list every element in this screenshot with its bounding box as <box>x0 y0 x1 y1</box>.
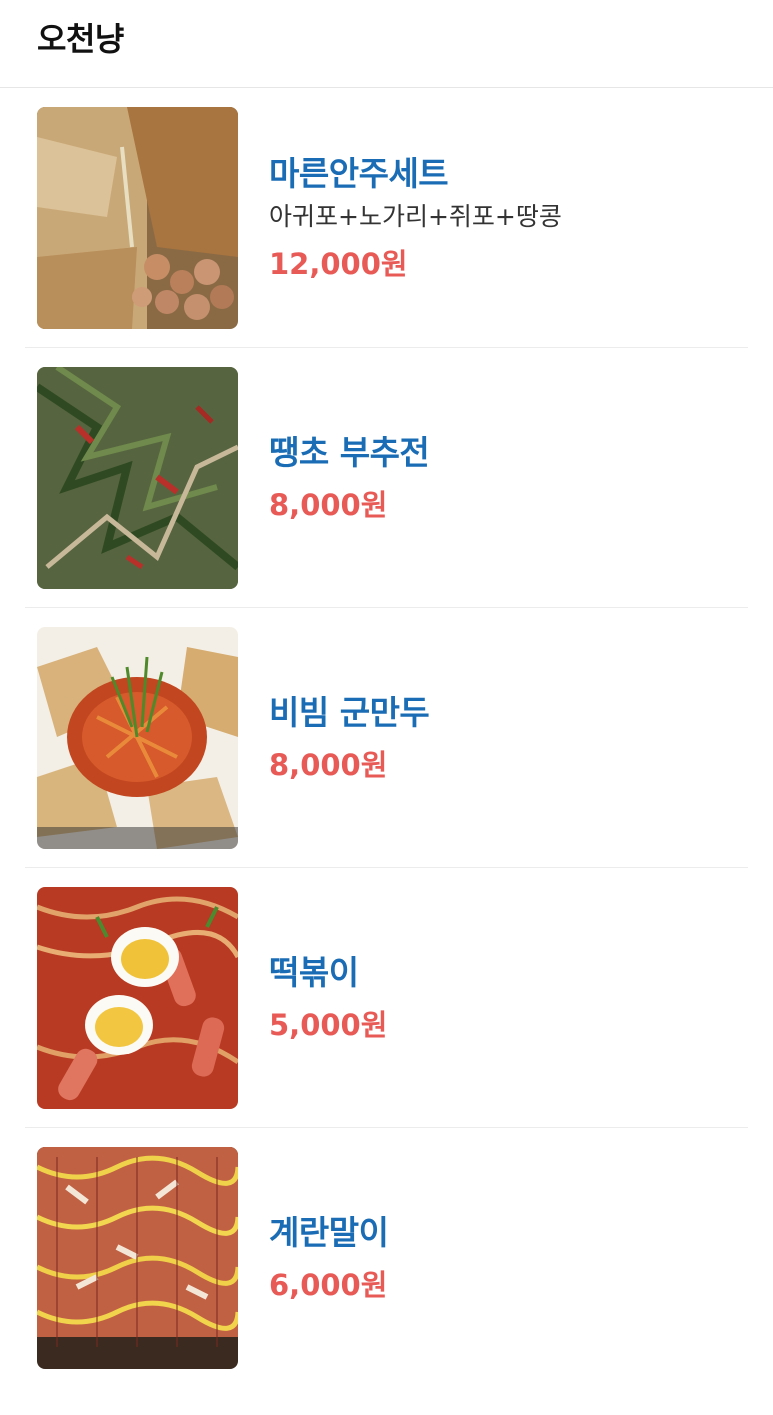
header: 오천냥 <box>0 0 773 88</box>
menu-item-price: 5,000원 <box>269 1007 388 1042</box>
dried-snack-set-photo <box>37 106 238 329</box>
menu-item-info: 계란말이 6,000원 <box>269 1211 389 1305</box>
menu-item[interactable]: 계란말이 6,000원 <box>25 1128 748 1388</box>
tteokbokki-photo <box>37 886 238 1109</box>
menu-item-description: 아귀포+노가리+쥐포+땅콩 <box>269 201 562 231</box>
menu-item-name: 비빔 군만두 <box>269 692 430 732</box>
rolled-omelette-photo <box>37 1147 238 1369</box>
menu-item-price: 12,000원 <box>269 246 408 281</box>
menu-item-price: 6,000원 <box>269 1268 388 1302</box>
menu-item[interactable]: 떡볶이 5,000원 <box>25 868 748 1128</box>
menu-item[interactable]: 비빔 군만두 8,000원 <box>25 608 748 868</box>
menu-item-info: 마른안주세트 아귀포+노가리+쥐포+땅콩 12,000원 <box>269 152 562 284</box>
menu-item-price: 8,000원 <box>269 747 388 782</box>
menu-item-info: 땡초 부추전 8,000원 <box>269 431 430 525</box>
spicy-fried-dumplings-photo <box>37 626 238 849</box>
chive-pancake-photo <box>37 366 238 589</box>
menu-item[interactable]: 마른안주세트 아귀포+노가리+쥐포+땅콩 12,000원 <box>25 88 748 348</box>
menu-list: 마른안주세트 아귀포+노가리+쥐포+땅콩 12,000원 땡초 부추전 8,00… <box>0 88 773 1388</box>
menu-item-info: 떡볶이 5,000원 <box>269 951 387 1045</box>
menu-item-name: 마른안주세트 <box>269 153 449 193</box>
menu-item-info: 비빔 군만두 8,000원 <box>269 691 430 785</box>
menu-item[interactable]: 땡초 부추전 8,000원 <box>25 348 748 608</box>
menu-item-name: 떡볶이 <box>269 952 359 992</box>
menu-item-name: 땡초 부추전 <box>269 432 430 472</box>
page-title: 오천냥 <box>37 20 124 58</box>
menu-item-name: 계란말이 <box>269 1213 389 1252</box>
menu-item-price: 8,000원 <box>269 487 388 522</box>
